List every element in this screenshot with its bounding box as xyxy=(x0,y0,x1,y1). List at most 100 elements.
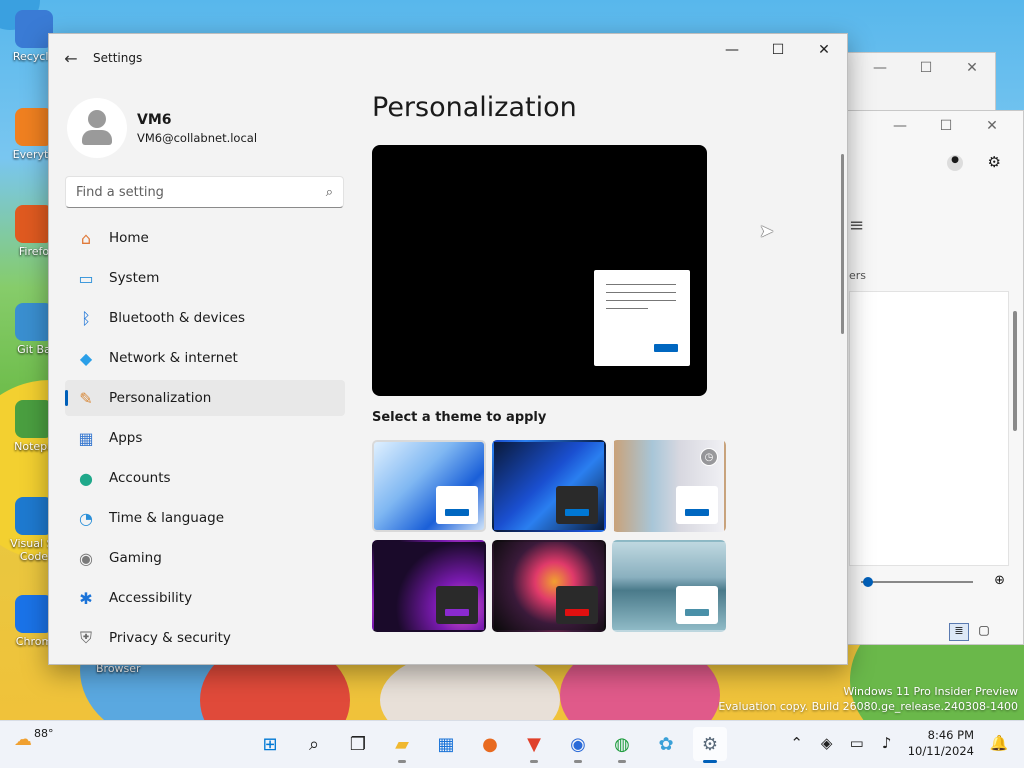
zoom-slider[interactable] xyxy=(861,581,973,583)
theme-captured-motion[interactable] xyxy=(492,540,606,632)
bluetooth-icon: ᛒ xyxy=(81,308,91,328)
nav-item-personalization[interactable]: ✎ Personalization xyxy=(65,380,345,416)
chevron-up-icon[interactable]: ⌃ xyxy=(782,734,812,752)
spotlight-badge-icon: ◷ xyxy=(700,448,718,466)
paint-icon: ✿ xyxy=(658,733,674,755)
display-icon[interactable]: ▭ xyxy=(842,734,872,752)
partial-label: ers xyxy=(849,269,867,282)
windows-start-icon: ⊞ xyxy=(262,733,278,755)
maximize-button[interactable]: ☐ xyxy=(755,34,801,66)
nav-item-label: Time & language xyxy=(109,510,225,526)
theme-window-preview xyxy=(556,486,598,524)
watermark-line2: Evaluation copy. Build 26080.ge_release.… xyxy=(718,700,1018,713)
close-icon[interactable]: ✕ xyxy=(969,111,1015,141)
taskbar-search-button[interactable]: ⌕ xyxy=(297,727,331,761)
accessibility-icon: ✱ xyxy=(79,588,93,608)
minimize-button[interactable]: — xyxy=(709,34,755,66)
nav-item-label: Network & internet xyxy=(109,350,238,366)
task-view-icon: ❐ xyxy=(349,733,367,755)
file-pane[interactable] xyxy=(849,291,1009,566)
taskbar-chrome-button[interactable]: ◍ xyxy=(605,727,639,763)
taskbar-browser-button[interactable]: ◉ xyxy=(561,727,595,763)
nav-item-label: Personalization xyxy=(109,390,212,406)
user-icon[interactable]: ● xyxy=(947,155,963,171)
taskbar-task-view-button[interactable]: ❐ xyxy=(341,727,375,761)
menu-icon[interactable]: ≡ xyxy=(849,215,864,236)
taskbar-store-button[interactable]: ▦ xyxy=(429,727,463,761)
close-icon[interactable]: ✕ xyxy=(949,53,995,83)
search-icon: ⌕ xyxy=(308,733,320,755)
taskbar-file-explorer-button[interactable]: ▰ xyxy=(385,727,419,763)
maximize-icon[interactable]: ☐ xyxy=(903,53,949,83)
accounts-icon: ● xyxy=(79,468,93,488)
preview-dialog xyxy=(594,270,690,366)
taskbar-windows-start-button[interactable]: ⊞ xyxy=(253,727,287,761)
nav-item-privacy-security[interactable]: ⛨ Privacy & security xyxy=(65,620,345,656)
theme-glow[interactable] xyxy=(372,540,486,632)
details-view-icon[interactable]: ≣ xyxy=(949,623,969,641)
mouse-cursor-icon: ➤ xyxy=(759,221,775,242)
notification-bell-icon[interactable]: 🔔 xyxy=(984,734,1014,752)
taskbar-paint-button[interactable]: ✿ xyxy=(649,727,683,761)
nav-item-bluetooth-devices[interactable]: ᛒ Bluetooth & devices xyxy=(65,300,345,336)
taskbar-firefox-button[interactable]: ● xyxy=(473,727,507,761)
taskbar-brave-button[interactable]: ▼ xyxy=(517,727,551,763)
maximize-icon[interactable]: ☐ xyxy=(923,111,969,141)
clock[interactable]: 8:46 PM 10/11/2024 xyxy=(908,727,974,759)
theme-window-preview xyxy=(436,486,478,524)
theme-windows-dark[interactable] xyxy=(492,440,606,532)
minimize-icon[interactable]: — xyxy=(857,53,903,83)
firefox-icon: ● xyxy=(482,733,498,755)
tiles-view-icon[interactable]: ▢ xyxy=(975,623,993,641)
user-profile[interactable]: VM6 VM6@collabnet.local xyxy=(49,82,359,162)
nav-item-gaming[interactable]: ◉ Gaming xyxy=(65,540,345,576)
theme-window-preview xyxy=(676,586,718,624)
nav-item-accessibility[interactable]: ✱ Accessibility xyxy=(65,580,345,616)
weather-widget[interactable]: ☁ 88° xyxy=(14,727,54,750)
avatar[interactable] xyxy=(67,98,127,158)
nav-item-home[interactable]: ⌂ Home xyxy=(65,220,345,256)
globe-clock-icon: ◔ xyxy=(79,508,93,528)
minimize-icon[interactable]: — xyxy=(877,111,923,141)
close-button[interactable]: ✕ xyxy=(801,34,847,66)
nav-item-label: Apps xyxy=(109,430,143,446)
system-icon: ▭ xyxy=(78,268,94,288)
theme-windows-light[interactable] xyxy=(372,440,486,532)
nav-item-system[interactable]: ▭ System xyxy=(65,260,345,296)
nav-item-time-language[interactable]: ◔ Time & language xyxy=(65,500,345,536)
taskbar-settings-button[interactable]: ⚙ xyxy=(693,727,727,763)
nav-item-accounts[interactable]: ● Accounts xyxy=(65,460,345,496)
running-indicator xyxy=(703,760,717,763)
title-bar[interactable]: ← Settings — ☐ ✕ xyxy=(49,34,847,82)
home-icon: ⌂ xyxy=(80,228,92,248)
clock-date: 10/11/2024 xyxy=(907,744,974,758)
search-icon[interactable]: ⌕ xyxy=(326,185,333,200)
back-arrow-icon[interactable]: ← xyxy=(49,49,93,68)
nav-item-network-internet[interactable]: ◆ Network & internet xyxy=(65,340,345,376)
settings-window[interactable]: ← Settings — ☐ ✕ VM6 VM6@collabnet.local… xyxy=(48,33,848,665)
scrollbar[interactable] xyxy=(1013,311,1017,431)
network-icon[interactable]: ◈ xyxy=(812,734,842,752)
navigation-pane: VM6 VM6@collabnet.local ⌕ ⌂ Home ▭ System ᛒ B… xyxy=(49,82,359,664)
zoom-slider-thumb[interactable] xyxy=(863,577,873,587)
apps-icon: ▦ xyxy=(78,428,94,448)
zoom-in-icon[interactable]: ⊕ xyxy=(994,573,1005,588)
background-window-file-explorer[interactable]: — ☐ ✕ ⚙ ● ≡ ers ⊕ ≣ ▢ xyxy=(820,110,1024,645)
page-title: Personalization xyxy=(372,92,577,123)
theme-window-preview xyxy=(676,486,718,524)
search-input[interactable] xyxy=(76,184,296,200)
store-icon: ▦ xyxy=(437,733,455,755)
profile-email: VM6@collabnet.local xyxy=(137,130,258,145)
nav-item-label: System xyxy=(109,270,160,286)
gear-icon[interactable]: ⚙ xyxy=(988,153,1001,171)
volume-icon[interactable]: ♪ xyxy=(872,734,902,752)
nav-item-apps[interactable]: ▦ Apps xyxy=(65,420,345,456)
scrollbar[interactable] xyxy=(841,154,844,334)
theme-spotlight[interactable]: ◷ xyxy=(612,440,726,532)
theme-grid: ◷ xyxy=(372,440,726,632)
theme-flow[interactable] xyxy=(612,540,726,632)
chrome-icon: ◍ xyxy=(614,733,630,755)
search-box[interactable]: ⌕ xyxy=(65,176,344,208)
browser-icon: ◉ xyxy=(570,733,586,755)
gamepad-icon: ◉ xyxy=(79,548,93,568)
